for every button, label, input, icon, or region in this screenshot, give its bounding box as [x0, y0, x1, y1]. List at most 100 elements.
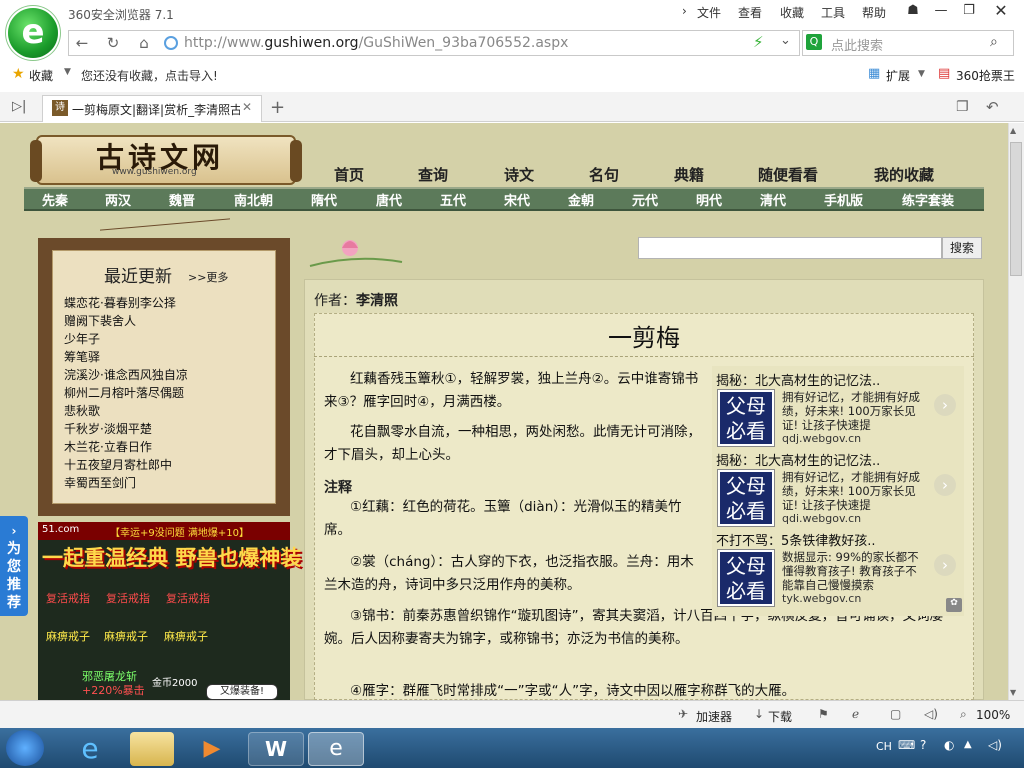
- ad-thumbnail[interactable]: 父母必看: [718, 470, 774, 526]
- sidebar-toggle-icon[interactable]: ▷|: [12, 99, 26, 114]
- author-link[interactable]: 李清照: [356, 293, 398, 309]
- back-icon[interactable]: ←: [70, 33, 94, 53]
- volume-icon[interactable]: ◁): [924, 707, 938, 721]
- chevron-right-icon[interactable]: ›: [934, 474, 956, 496]
- dynasty-nanbeichao[interactable]: 南北朝: [234, 190, 273, 209]
- menu-chevron-icon[interactable]: ›: [682, 4, 687, 18]
- ad-url[interactable]: tyk.webgov.cn: [782, 592, 861, 605]
- ticket-button[interactable]: 360抢票王: [956, 67, 1015, 84]
- speaker-icon[interactable]: ◁): [988, 738, 1002, 752]
- recent-item[interactable]: 悲秋歌: [64, 402, 100, 419]
- new-tab-button[interactable]: +: [270, 97, 285, 118]
- nav-quotes[interactable]: 名句: [589, 164, 619, 185]
- chevron-right-icon[interactable]: ›: [934, 394, 956, 416]
- maximize-button[interactable]: ❐: [954, 0, 984, 22]
- ad-url[interactable]: qdi.webgov.cn: [782, 512, 861, 525]
- ime-indicator[interactable]: CH: [876, 740, 892, 753]
- recent-item[interactable]: 木兰花·立春日作: [64, 438, 152, 455]
- site-search-input[interactable]: [638, 237, 942, 259]
- chevron-down-icon[interactable]: ⌄: [780, 33, 791, 48]
- dynasty-wudai[interactable]: 五代: [440, 190, 466, 209]
- recent-item[interactable]: 浣溪沙·谁念西风独自凉: [64, 366, 188, 383]
- lightning-icon[interactable]: ⚡: [753, 33, 764, 51]
- ad-card[interactable]: 揭秘：北大高材生的记忆法.. 父母必看 拥有好记忆，才能拥有好成绩，好未来! 1…: [716, 450, 962, 526]
- dynasty-tang[interactable]: 唐代: [376, 190, 402, 209]
- favorites-import-hint[interactable]: 您还没有收藏，点击导入!: [81, 67, 218, 84]
- nav-home[interactable]: 首页: [334, 164, 364, 185]
- ad-thumbnail[interactable]: 父母必看: [718, 550, 774, 606]
- mobile-version-link[interactable]: 手机版: [824, 190, 863, 209]
- dynasty-lianghan[interactable]: 两汉: [105, 190, 131, 209]
- menu-tools[interactable]: 工具: [821, 4, 845, 21]
- dynasty-xianqin[interactable]: 先秦: [42, 190, 68, 209]
- start-button-icon[interactable]: [6, 730, 44, 766]
- url-text[interactable]: http://www.gushiwen.org/GuShiWen_93ba706…: [184, 35, 568, 51]
- recent-item[interactable]: 筹笔驿: [64, 348, 100, 365]
- ad-url[interactable]: qdj.webgov.cn: [782, 432, 861, 445]
- calligraphy-set-link[interactable]: 练字套装: [902, 190, 954, 209]
- recommend-side-tab[interactable]: › 为您推荐: [0, 516, 28, 616]
- ad-title[interactable]: 揭秘：北大高材生的记忆法..: [716, 370, 962, 389]
- dynasty-song[interactable]: 宋代: [504, 190, 530, 209]
- nav-my-favorites[interactable]: 我的收藏: [874, 164, 934, 185]
- scroll-up-icon[interactable]: ▲: [1010, 126, 1016, 135]
- menu-file[interactable]: 文件: [697, 4, 721, 21]
- dynasty-yuan[interactable]: 元代: [632, 190, 658, 209]
- favorites-button[interactable]: 收藏: [29, 67, 53, 84]
- search-engine-icon[interactable]: Q: [806, 34, 822, 50]
- scroll-down-icon[interactable]: ▼: [1010, 688, 1016, 697]
- dynasty-weijin[interactable]: 魏晋: [169, 190, 195, 209]
- skin-icon[interactable]: ☗: [898, 0, 928, 22]
- tab-list-icon[interactable]: ❐: [956, 99, 969, 115]
- minimize-button[interactable]: —: [926, 0, 956, 22]
- refresh-icon[interactable]: ↻: [101, 33, 125, 53]
- nav-search[interactable]: 查询: [418, 164, 448, 185]
- nav-random[interactable]: 随便看看: [758, 164, 818, 185]
- keyboard-icon[interactable]: ⌨: [898, 738, 915, 752]
- tray-app-icon[interactable]: ◐: [944, 738, 954, 752]
- extensions-button[interactable]: 扩展: [886, 67, 910, 84]
- ad-title[interactable]: 揭秘：北大高材生的记忆法..: [716, 450, 962, 469]
- accelerator-button[interactable]: 加速器: [696, 708, 732, 725]
- chevron-right-icon[interactable]: ›: [934, 554, 956, 576]
- window-icon[interactable]: ▢: [890, 707, 901, 721]
- recent-item[interactable]: 十五夜望月寄杜郎中: [64, 456, 172, 473]
- dynasty-sui[interactable]: 隋代: [311, 190, 337, 209]
- search-icon[interactable]: ⌕: [990, 34, 998, 50]
- ie-taskbar-icon[interactable]: e: [68, 732, 112, 766]
- dynasty-qing[interactable]: 清代: [760, 190, 786, 209]
- nav-poems[interactable]: 诗文: [504, 164, 534, 185]
- explorer-taskbar-icon[interactable]: [130, 732, 174, 766]
- recent-more-link[interactable]: >>更多: [188, 269, 228, 285]
- word-taskbar-icon[interactable]: W: [248, 732, 304, 766]
- help-icon[interactable]: ?: [920, 738, 926, 752]
- ie-mode-icon[interactable]: ℯ: [852, 707, 859, 721]
- ad-title[interactable]: 不打不骂：5条铁律教好孩..: [716, 530, 962, 549]
- download-button[interactable]: 下载: [768, 708, 792, 725]
- home-icon[interactable]: ⌂: [132, 33, 156, 53]
- dynasty-ming[interactable]: 明代: [696, 190, 722, 209]
- zoom-level[interactable]: 100%: [976, 708, 1010, 722]
- close-button[interactable]: ✕: [986, 0, 1016, 22]
- site-search-button[interactable]: 搜索: [942, 237, 982, 259]
- recent-item[interactable]: 幸蜀西至剑门: [64, 474, 136, 491]
- extensions-dropdown-icon[interactable]: ▼: [918, 69, 925, 79]
- ad-thumbnail[interactable]: 父母必看: [718, 390, 774, 446]
- 360-browser-taskbar-icon[interactable]: e: [308, 732, 364, 766]
- recent-item[interactable]: 少年子: [64, 330, 100, 347]
- scrollbar-thumb[interactable]: [1010, 142, 1022, 276]
- menu-favorites[interactable]: 收藏: [780, 4, 804, 21]
- ad-card[interactable]: 揭秘：北大高材生的记忆法.. 父母必看 拥有好记忆，才能拥有好成绩，好未来! 1…: [716, 370, 962, 446]
- recent-item[interactable]: 柳州二月榕叶落尽偶题: [64, 384, 184, 401]
- paw-icon[interactable]: ✿: [946, 598, 962, 612]
- menu-view[interactable]: 查看: [738, 4, 762, 21]
- recent-item[interactable]: 千秋岁·淡烟平楚: [64, 420, 152, 437]
- ad-card[interactable]: 不打不骂：5条铁律教好孩.. 父母必看 数据显示: 99%的家长都不懂得教育孩子…: [716, 530, 962, 606]
- favorites-dropdown-icon[interactable]: ▼: [64, 67, 71, 77]
- tab-close-icon[interactable]: ✕: [242, 100, 252, 114]
- flag-icon[interactable]: ⚑: [818, 707, 829, 721]
- menu-help[interactable]: 帮助: [862, 4, 886, 21]
- nav-classics[interactable]: 典籍: [674, 164, 704, 185]
- browser-logo-icon[interactable]: e: [8, 8, 58, 58]
- tray-expand-icon[interactable]: ▲: [964, 739, 972, 750]
